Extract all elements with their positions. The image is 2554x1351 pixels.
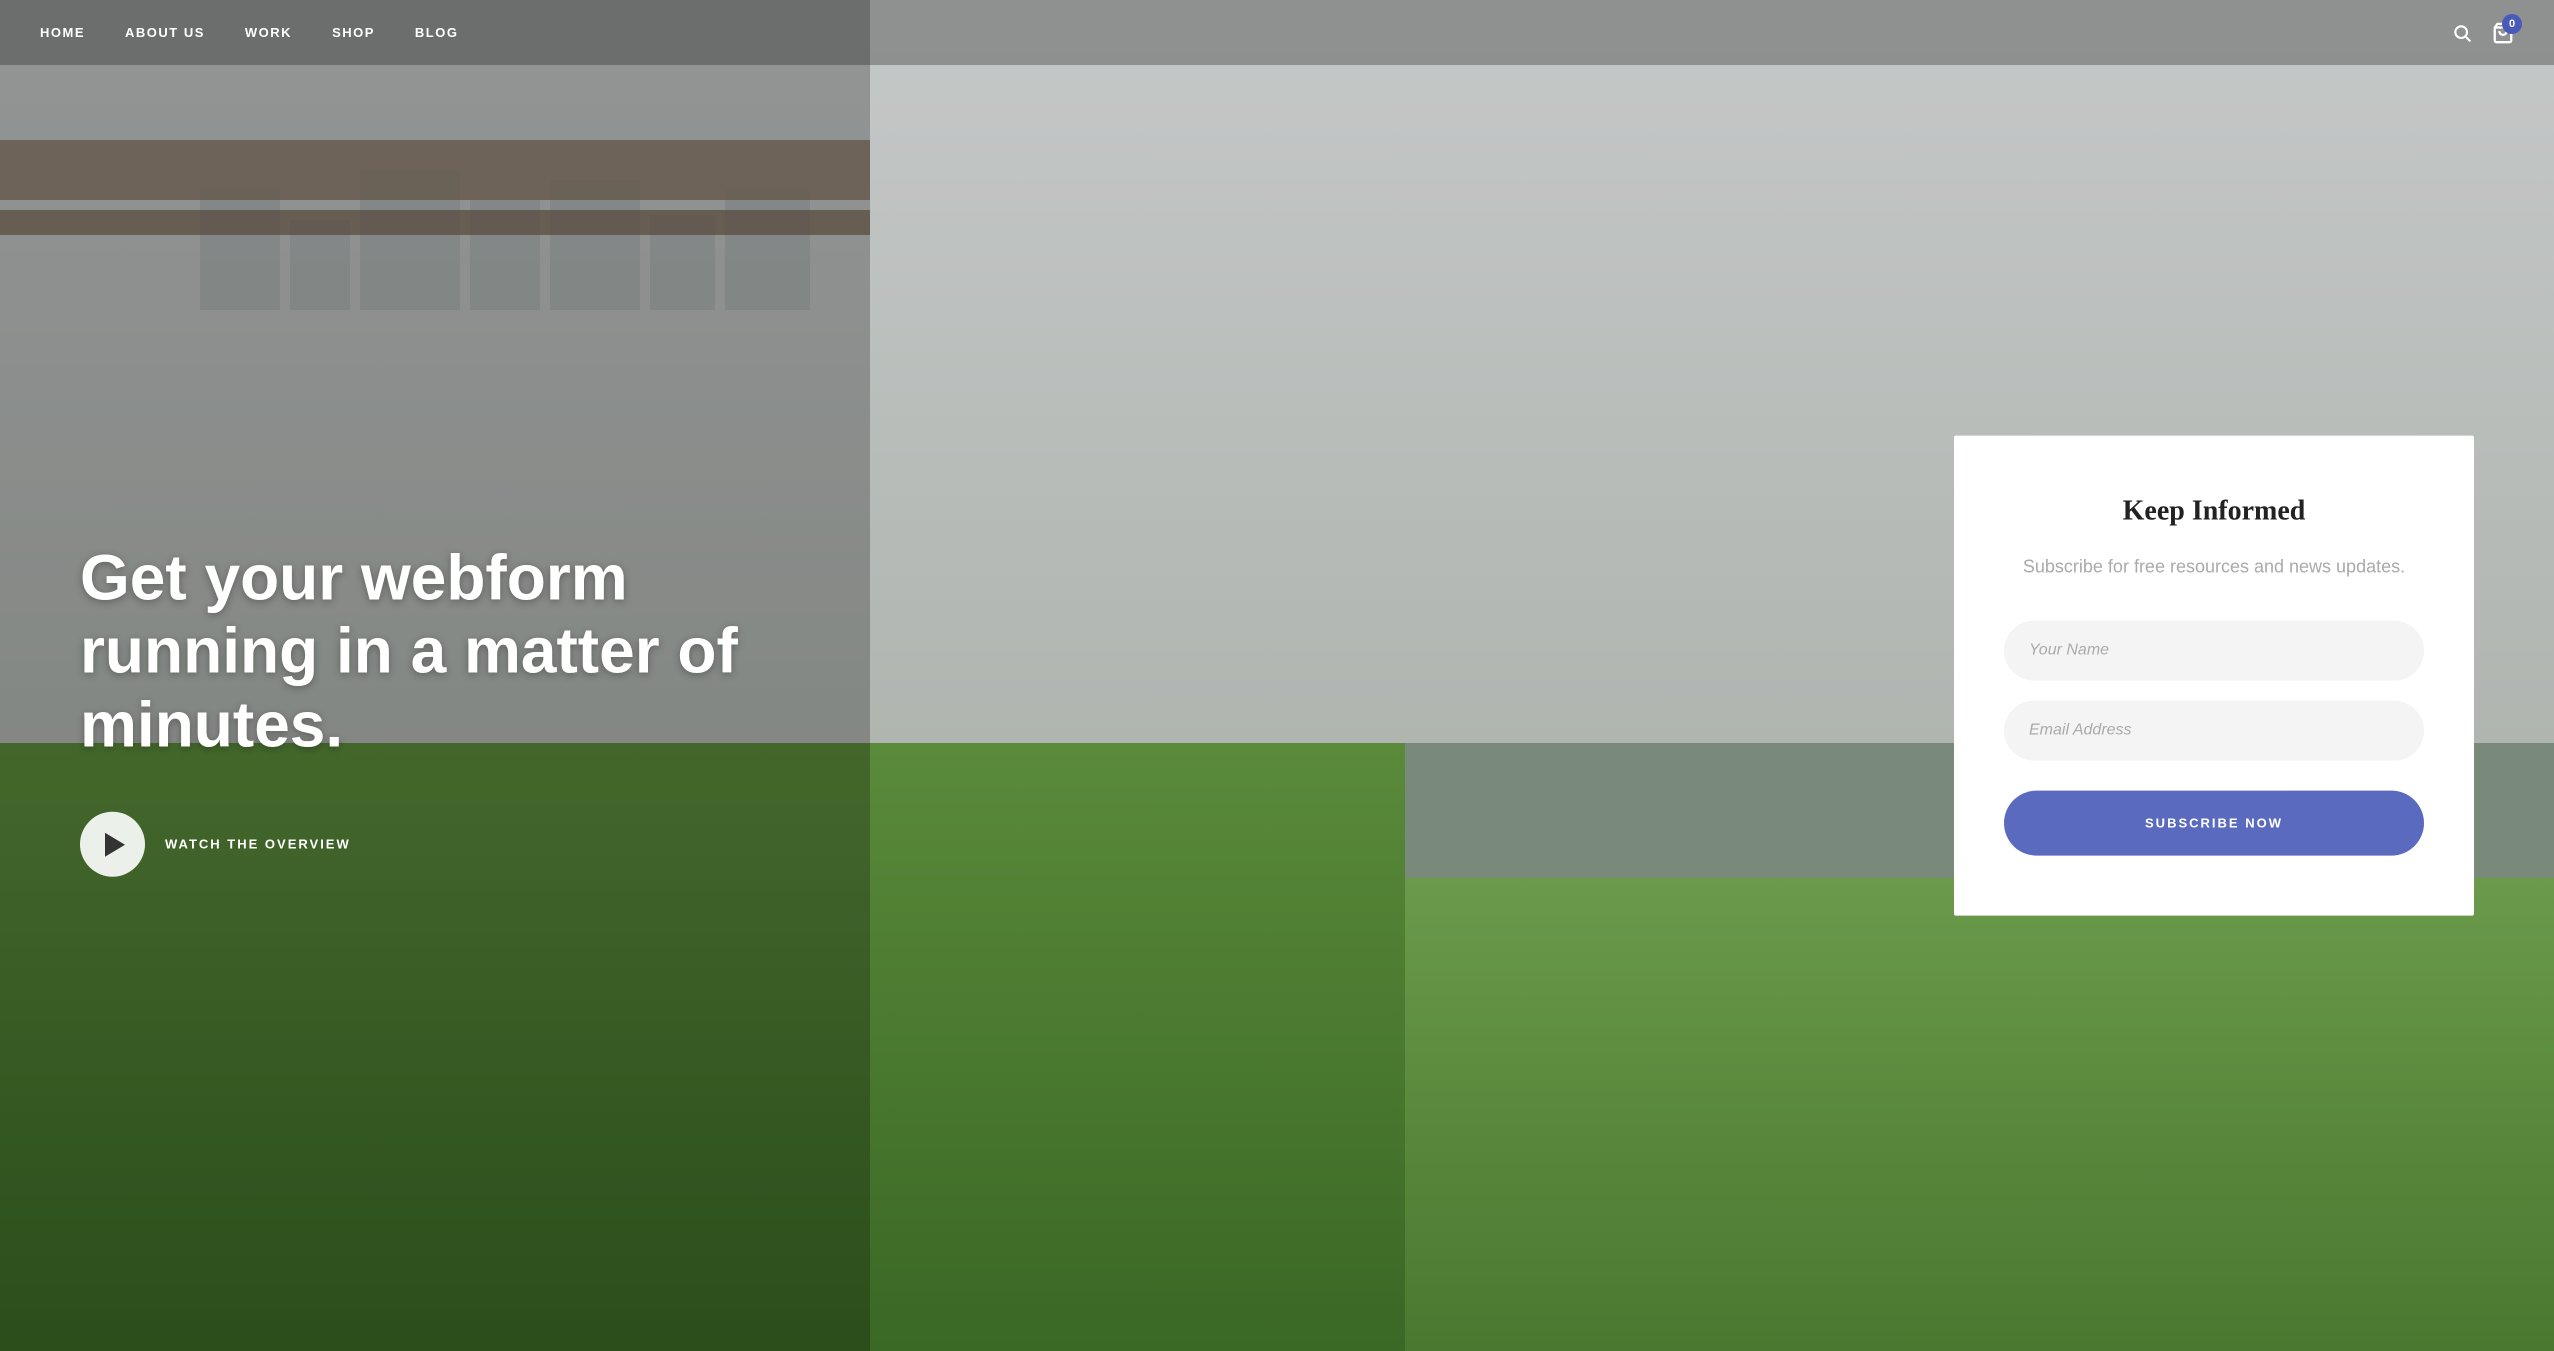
hero-content: Get your webform running in a matter of …	[80, 541, 850, 877]
nav-item-blog[interactable]: BLOG	[415, 25, 459, 40]
nav-links: HOME ABOUT US WORK SHOP BLOG	[40, 25, 458, 40]
form-title: Keep Informed	[2004, 495, 2424, 527]
nav-item-home[interactable]: HOME	[40, 25, 85, 40]
nav-actions: 0	[2452, 22, 2514, 44]
watch-container: WATCH THE OVERVIEW	[80, 812, 850, 877]
search-button[interactable]	[2452, 23, 2472, 43]
form-subtitle: Subscribe for free resources and news up…	[2004, 552, 2424, 581]
watch-label: WATCH THE OVERVIEW	[165, 837, 351, 852]
subscribe-form-panel: Keep Informed Subscribe for free resourc…	[1954, 435, 2474, 916]
name-input[interactable]	[2004, 621, 2424, 681]
navbar: HOME ABOUT US WORK SHOP BLOG 0	[0, 0, 2554, 65]
hero-section: HOME ABOUT US WORK SHOP BLOG 0	[0, 0, 2554, 1351]
email-input[interactable]	[2004, 701, 2424, 761]
play-icon	[105, 832, 125, 856]
hero-title: Get your webform running in a matter of …	[80, 541, 850, 762]
cart-button[interactable]: 0	[2492, 22, 2514, 44]
search-icon	[2452, 23, 2472, 43]
nav-item-work[interactable]: WORK	[245, 25, 292, 40]
nav-item-about[interactable]: ABOUT US	[125, 25, 205, 40]
play-button[interactable]	[80, 812, 145, 877]
subscribe-button[interactable]: SUBSCRIBE NOW	[2004, 791, 2424, 856]
nav-item-shop[interactable]: SHOP	[332, 25, 375, 40]
grass-bg-right	[1405, 878, 2554, 1351]
cart-count: 0	[2502, 14, 2522, 34]
